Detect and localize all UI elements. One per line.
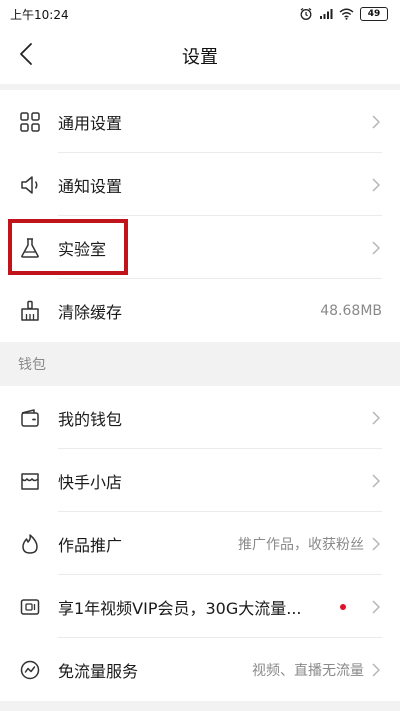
chevron-right-icon [372,177,382,192]
free-data-label: 免流量服务 [58,661,139,681]
vip-offer-item[interactable]: 享1年视频VIP会员，30G大流量... [0,575,400,638]
free-data-icon [18,658,42,682]
status-time: 上午10:24 [10,7,69,22]
alarm-icon [299,7,313,21]
wallet-section-header: 钱包 [0,342,400,386]
broom-icon [18,299,42,323]
shop-icon [18,469,42,493]
app-header: 设置 [0,28,400,84]
wifi-icon [339,8,354,20]
settings-screen: 上午10:24 49 设置 通用设置 通知设置 实验室 清除缓存 48.68MB… [0,0,400,711]
battery-icon: 49 [360,7,388,21]
speaker-icon [18,173,42,197]
chevron-left-icon [19,42,33,70]
work-promotion-label: 作品推广 [58,535,123,555]
chevron-right-icon [372,599,382,614]
clear-cache-item[interactable]: 清除缓存 48.68MB [0,279,400,342]
status-bar: 上午10:24 49 [0,0,400,28]
card-icon [18,595,42,619]
chevron-right-icon [372,410,382,425]
notification-settings-item[interactable]: 通知设置 [0,153,400,216]
kuaishou-shop-item[interactable]: 快手小店 [0,449,400,512]
cache-size-value: 48.68MB [320,302,382,319]
general-settings-item[interactable]: 通用设置 [0,90,400,153]
page-title: 设置 [182,47,218,68]
status-icons: 49 [299,7,388,21]
work-promotion-value: 推广作品，收获粉丝 [238,536,364,553]
signal-icon [319,8,333,20]
chevron-right-icon [372,536,382,551]
chevron-right-icon [372,240,382,255]
vip-offer-label: 享1年视频VIP会员，30G大流量... [58,598,302,618]
flame-icon [18,532,42,556]
wallet-group: 我的钱包 快手小店 作品推广 推广作品，收获粉丝 享1年视频VIP会员，30G大… [0,386,400,701]
settings-group: 通用设置 通知设置 实验室 清除缓存 48.68MB [0,90,400,342]
general-settings-label: 通用设置 [58,113,123,133]
chevron-right-icon [372,662,382,677]
chevron-right-icon [372,473,382,488]
free-data-item[interactable]: 免流量服务 视频、直播无流量 [0,638,400,701]
lab-label: 实验室 [58,239,107,259]
my-wallet-item[interactable]: 我的钱包 [0,386,400,449]
clear-cache-label: 清除缓存 [58,302,123,322]
free-data-value: 视频、直播无流量 [252,662,364,679]
grid-icon [18,110,42,134]
my-wallet-label: 我的钱包 [58,409,123,429]
back-button[interactable] [8,38,44,74]
red-dot-badge [340,603,346,610]
flask-icon [18,236,42,260]
work-promotion-item[interactable]: 作品推广 推广作品，收获粉丝 [0,512,400,575]
chevron-right-icon [372,114,382,129]
lab-item[interactable]: 实验室 [0,216,400,279]
kuaishou-shop-label: 快手小店 [58,472,123,492]
wallet-icon [18,406,42,430]
notification-settings-label: 通知设置 [58,176,123,196]
